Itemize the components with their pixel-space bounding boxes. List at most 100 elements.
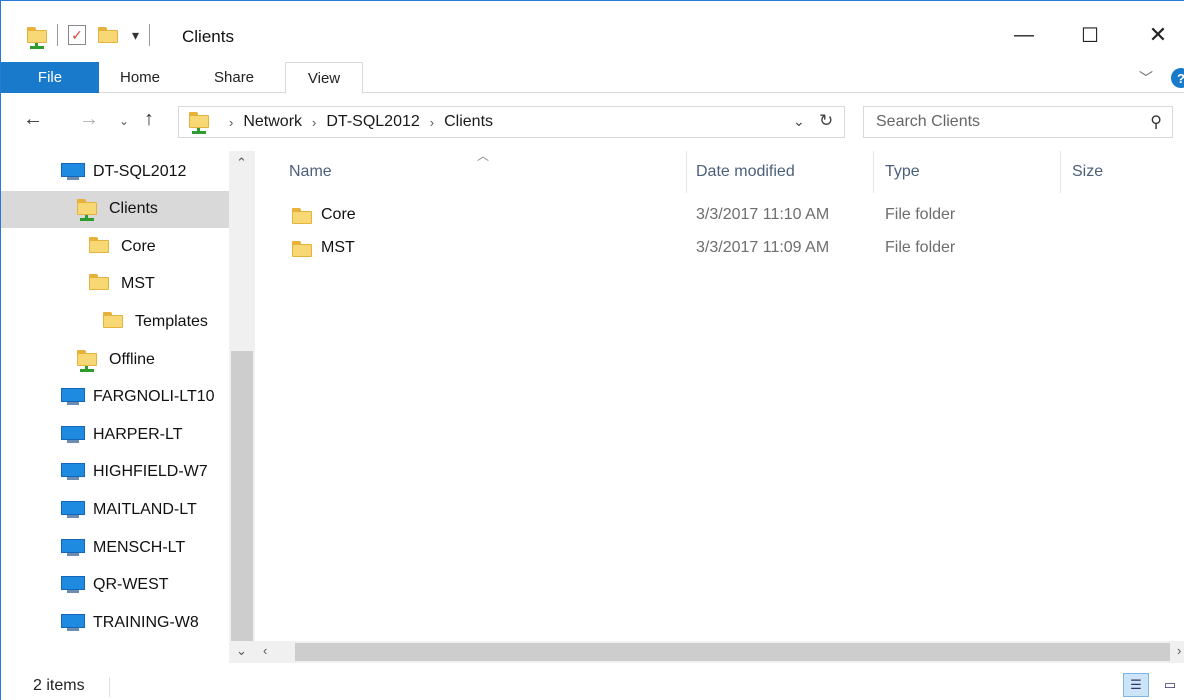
refresh-icon[interactable]: ↻ — [819, 111, 833, 131]
computer-icon — [61, 500, 85, 519]
breadcrumb-separator[interactable]: › — [312, 115, 316, 130]
tree-item-label: Core — [121, 237, 156, 255]
file-list-scrollbar[interactable]: ‹ › — [255, 641, 1184, 663]
computer-icon — [61, 576, 85, 594]
folder-icon — [89, 236, 109, 253]
column-header-type[interactable]: Type — [885, 151, 1059, 193]
ribbon-tabs: File Home Share View ﹀ ? — [1, 62, 1184, 94]
tab-file[interactable]: File — [1, 62, 99, 93]
computer-icon — [61, 538, 85, 557]
large-icons-view-icon[interactable]: ▭ — [1157, 673, 1183, 697]
breadcrumb-separator[interactable]: › — [430, 115, 434, 130]
tab-home[interactable]: Home — [120, 62, 160, 93]
details-view-icon[interactable]: ☰ — [1123, 673, 1149, 697]
tree-item[interactable]: TRAINING-W8 — [1, 604, 229, 641]
file-name[interactable]: MST — [321, 239, 355, 257]
maximize-button[interactable]: ☐ — [1067, 15, 1113, 55]
tree-item-label: Offline — [109, 350, 155, 368]
search-placeholder: Search Clients — [876, 113, 981, 130]
recent-locations-icon[interactable]: ⌄ — [119, 114, 129, 128]
tree-item[interactable]: MST — [1, 266, 229, 303]
tree-item[interactable]: Clients — [1, 190, 229, 228]
navigation-bar: ← → ⌄ ↑ › Network › DT-SQL2012 › Clients… — [1, 93, 1184, 151]
column-divider[interactable] — [686, 151, 687, 193]
computer-icon — [61, 388, 85, 406]
close-button[interactable]: ✕ — [1135, 15, 1181, 55]
tab-view[interactable]: View — [285, 62, 363, 94]
scroll-up-icon[interactable]: ⌃ — [236, 155, 247, 171]
address-history-dropdown-icon[interactable]: ⌄ — [793, 113, 805, 130]
file-row[interactable]: Core 3/3/2017 11:10 AM File folder — [277, 200, 1184, 232]
column-header-size[interactable]: Size — [1072, 151, 1182, 193]
nav-pane-scrollbar[interactable]: ⌃ ⌄ — [229, 151, 255, 663]
network-folder-icon — [189, 112, 209, 134]
tree-item[interactable]: QR-WEST — [1, 567, 229, 604]
back-arrow-icon[interactable]: ← — [23, 108, 43, 131]
network-folder-icon — [27, 27, 47, 49]
window-title: Clients — [182, 27, 234, 46]
computer-icon — [61, 162, 85, 181]
help-icon[interactable]: ? — [1171, 68, 1184, 88]
breadcrumb-network[interactable]: Network — [243, 113, 302, 131]
scroll-right-icon[interactable]: › — [1177, 643, 1181, 658]
breadcrumb-separator[interactable]: › — [229, 115, 233, 130]
up-arrow-icon[interactable]: ↑ — [144, 108, 154, 131]
tree-item[interactable]: Core — [1, 228, 229, 265]
breadcrumb-clients[interactable]: Clients — [444, 113, 493, 131]
breadcrumb-dt-sql2012[interactable]: DT-SQL2012 — [326, 113, 419, 131]
status-divider — [109, 677, 110, 697]
computer-icon — [61, 463, 85, 481]
scrollbar-thumb[interactable] — [295, 643, 1170, 661]
folder-icon — [292, 208, 312, 224]
quick-access-toolbar: ✓ ▾ — [27, 24, 160, 49]
tree-item[interactable]: HARPER-LT — [1, 416, 229, 453]
file-type: File folder — [885, 206, 956, 223]
tree-item[interactable]: FARGNOLI-LT10 — [1, 379, 229, 416]
tree-item-label: MST — [121, 275, 155, 293]
properties-icon[interactable]: ✓ — [68, 25, 86, 45]
tree-item[interactable]: MENSCH-LT — [1, 529, 229, 566]
folder-icon — [292, 241, 312, 257]
file-explorer-window: ✓ ▾ Clients — ☐ ✕ File Home Share View ﹀… — [0, 0, 1184, 700]
tab-share[interactable]: Share — [214, 62, 254, 93]
item-count: 2 items — [33, 677, 85, 694]
forward-arrow-icon[interactable]: → — [79, 108, 99, 131]
tree-item[interactable]: Offline — [1, 341, 229, 378]
tree-item-label: Clients — [109, 200, 158, 218]
status-bar: 2 items ☰ ▭ — [1, 663, 1184, 700]
minimize-button[interactable]: — — [1001, 15, 1047, 55]
tree-item-label: TRAINING-W8 — [93, 613, 199, 631]
scroll-down-icon[interactable]: ⌄ — [236, 643, 247, 659]
column-divider[interactable] — [873, 151, 874, 193]
file-date-modified: 3/3/2017 11:10 AM — [696, 206, 830, 223]
scrollbar-thumb[interactable] — [231, 351, 253, 641]
search-input[interactable]: Search Clients ⚲ — [863, 106, 1173, 138]
computer-icon — [61, 613, 85, 632]
toolbar-divider — [57, 24, 58, 46]
column-header-name[interactable]: Name — [289, 151, 685, 193]
tree-item[interactable]: DT-SQL2012 — [1, 153, 229, 190]
address-bar[interactable]: › Network › DT-SQL2012 › Clients ⌄ ↻ — [178, 106, 845, 138]
tree-item[interactable]: HIGHFIELD-W7 — [1, 454, 229, 491]
file-name[interactable]: Core — [321, 206, 356, 224]
tree-item-label: QR-WEST — [93, 576, 169, 594]
file-date-modified: 3/3/2017 11:09 AM — [696, 239, 830, 256]
tree-item-label: DT-SQL2012 — [93, 162, 187, 180]
folder-icon — [103, 311, 123, 328]
expand-ribbon-icon[interactable]: ﹀ — [1139, 68, 1153, 88]
column-divider[interactable] — [1060, 151, 1061, 193]
tree-item[interactable]: Templates — [1, 303, 229, 340]
file-type: File folder — [885, 239, 956, 256]
tree-item[interactable]: MAITLAND-LT — [1, 491, 229, 528]
title-bar: ✓ ▾ Clients — ☐ ✕ — [1, 1, 1184, 63]
search-icon[interactable]: ⚲ — [1150, 112, 1162, 132]
network-folder-icon — [77, 199, 97, 222]
customize-toolbar-icon[interactable]: ▾ — [132, 27, 139, 44]
tree-item-label: HARPER-LT — [93, 425, 183, 443]
scroll-left-icon[interactable]: ‹ — [263, 643, 267, 658]
file-row[interactable]: MST 3/3/2017 11:09 AM File folder — [277, 233, 1184, 265]
new-folder-icon[interactable] — [98, 27, 118, 43]
tree-item-label: HIGHFIELD-W7 — [93, 463, 208, 481]
folder-icon — [89, 274, 109, 291]
column-header-date-modified[interactable]: Date modified — [696, 151, 872, 193]
